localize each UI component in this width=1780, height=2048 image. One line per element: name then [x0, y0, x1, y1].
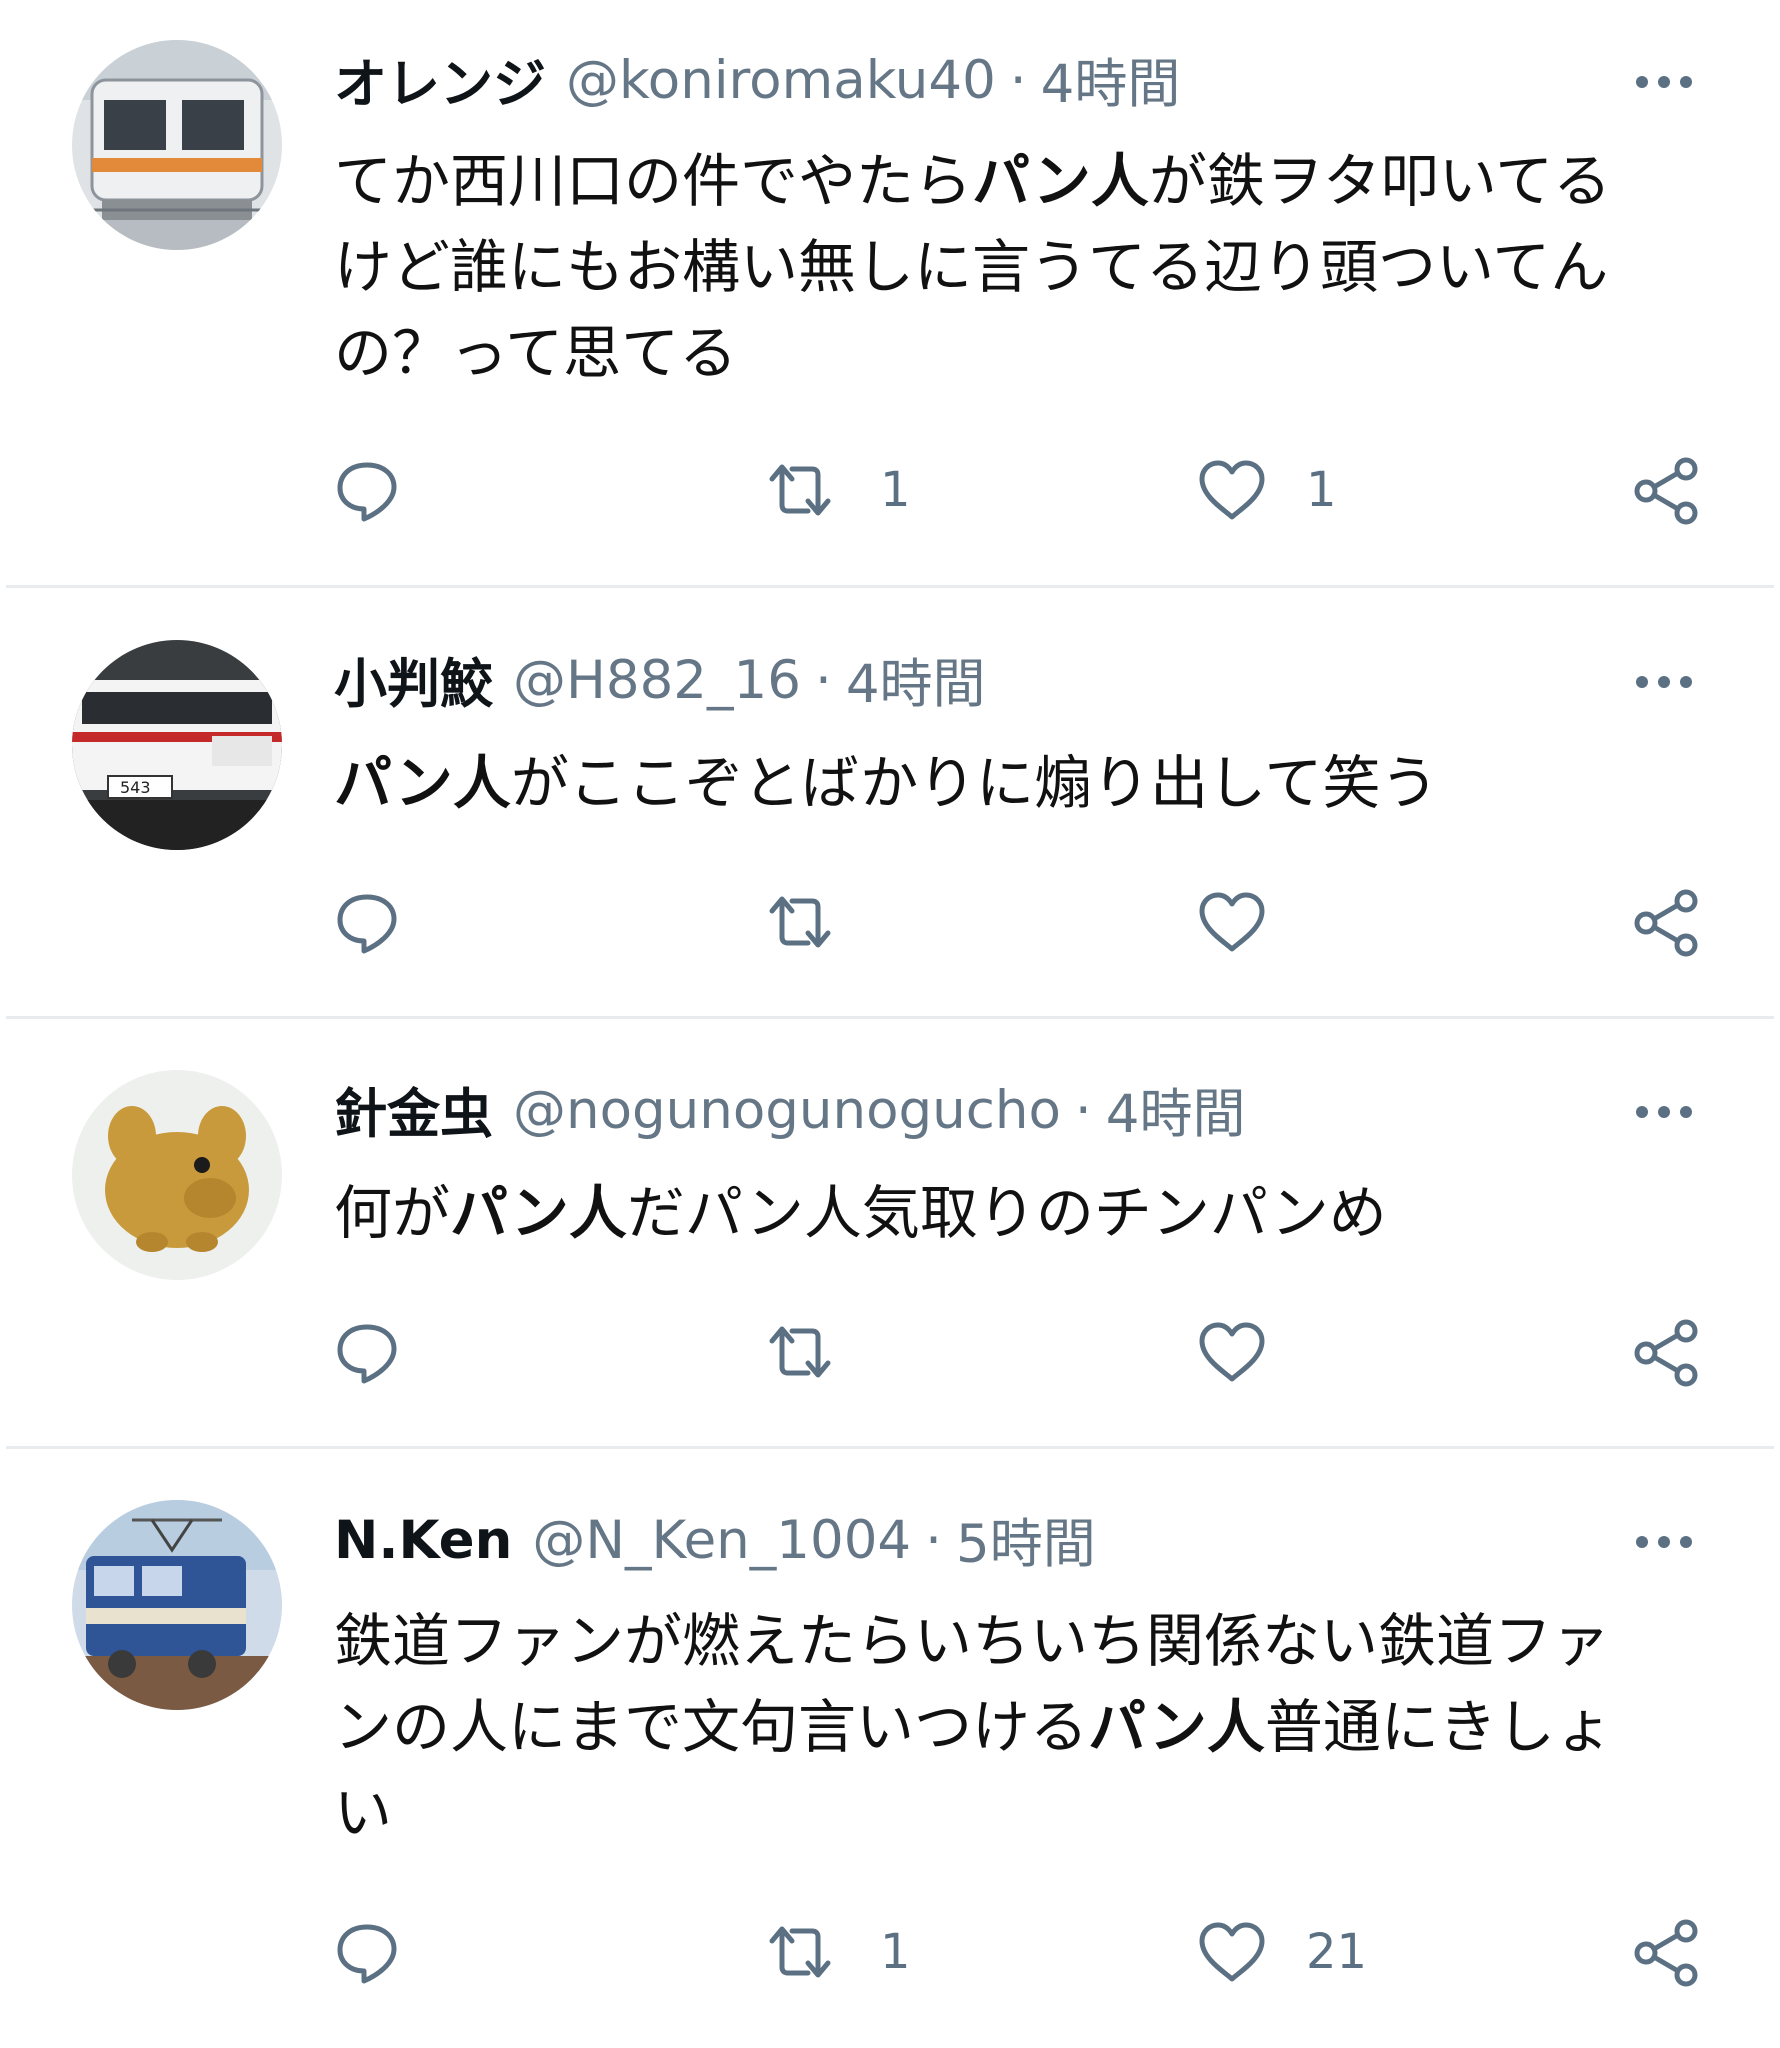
like-count: 1: [1306, 462, 1337, 518]
avatar[interactable]: [72, 40, 282, 250]
share-button[interactable]: [1630, 450, 1702, 530]
display-name[interactable]: オレンジ: [334, 42, 546, 118]
user-handle[interactable]: @koniromaku40: [566, 50, 996, 111]
avatar[interactable]: [72, 1070, 282, 1280]
text-segment: だパン人気取りのチンパンめ: [626, 1179, 1387, 1247]
tweet[interactable]: 針金虫 @nogunogunogucho · 4時間 何がパン人だパン人気取りの…: [0, 1030, 1780, 1450]
bus-avatar-image: 543: [72, 640, 282, 850]
tweet-header: N.Ken @N_Ken_1004 · 5時間: [334, 1500, 1096, 1580]
share-nodes-icon: [1634, 1919, 1698, 1987]
retweet-count: 1: [880, 1924, 911, 1980]
action-bar: [0, 882, 1780, 962]
separator-dot: ·: [1074, 1079, 1092, 1141]
action-bar: 1 1: [0, 450, 1780, 530]
text-segment-bold: パン人: [450, 1179, 627, 1247]
tweet-text: 何がパン人だパン人気取りのチンパンめ: [334, 1170, 1664, 1256]
retweet-arrows-icon: [769, 1926, 831, 1978]
separator-dot: ·: [1009, 49, 1027, 111]
user-handle[interactable]: @N_Ken_1004: [532, 1510, 911, 1571]
retweet-arrows-icon: [769, 896, 831, 948]
tweet-divider: [6, 1446, 1774, 1449]
more-dots-icon[interactable]: [1632, 72, 1696, 92]
tweet-text: てか西川口の件でやたらパン人が鉄ヲタ叩いてるけど誰にもお構い無しに言うてる辺り頭…: [334, 138, 1664, 396]
heart-outline-icon: [1199, 1322, 1265, 1382]
locomotive-avatar-image: [72, 1500, 282, 1710]
retweet-button[interactable]: [758, 1312, 880, 1392]
avatar[interactable]: 543: [72, 640, 282, 850]
action-bar: [0, 1312, 1780, 1392]
more-dots-icon[interactable]: [1632, 672, 1696, 692]
tweet-header: 小判鮫 @H882_16 · 4時間: [334, 640, 986, 720]
action-bar: 1 21: [0, 1912, 1780, 1992]
like-button[interactable]: 1: [1196, 450, 1337, 530]
display-name[interactable]: 針金虫: [334, 1072, 493, 1148]
share-nodes-icon: [1634, 457, 1698, 525]
like-button[interactable]: [1196, 882, 1306, 962]
more-dots-icon[interactable]: [1632, 1102, 1696, 1122]
reply-button[interactable]: [332, 1912, 402, 1992]
reply-button[interactable]: [332, 1312, 402, 1392]
display-name[interactable]: 小判鮫: [334, 642, 493, 718]
retweet-arrows-icon: [769, 464, 831, 516]
text-segment: がここぞとばかりに煽り出して笑う: [510, 749, 1439, 817]
share-button[interactable]: [1630, 1312, 1702, 1392]
user-handle[interactable]: @nogunogunogucho: [513, 1080, 1061, 1141]
share-button[interactable]: [1630, 882, 1702, 962]
like-button[interactable]: 21: [1196, 1912, 1367, 1992]
text-segment: てか西川口の件でやたら: [334, 147, 973, 215]
reply-button[interactable]: [332, 450, 402, 530]
tweet-text: パン人がここぞとばかりに煽り出して笑う: [334, 740, 1664, 826]
user-handle[interactable]: @H882_16: [513, 650, 801, 711]
more-dots-icon[interactable]: [1632, 1532, 1696, 1552]
retweet-button[interactable]: [758, 882, 880, 962]
tweet[interactable]: オレンジ @koniromaku40 · 4時間 てか西川口の件でやたらパン人が…: [0, 0, 1780, 588]
heart-outline-icon: [1199, 460, 1265, 520]
reply-bubble-icon: [337, 462, 397, 522]
tweet-header: 針金虫 @nogunogunogucho · 4時間: [334, 1070, 1246, 1150]
like-button[interactable]: [1196, 1312, 1306, 1392]
separator-dot: ·: [925, 1509, 943, 1571]
retweet-count: 1: [880, 462, 911, 518]
text-segment: 何が: [334, 1179, 451, 1247]
text-segment-bold: パン人: [1088, 1693, 1265, 1761]
timestamp[interactable]: 4時間: [1106, 1072, 1246, 1148]
like-count: 21: [1306, 1924, 1368, 1980]
timestamp[interactable]: 4時間: [1041, 42, 1181, 118]
heart-outline-icon: [1199, 892, 1265, 952]
text-segment-bold: パン人: [972, 147, 1149, 215]
reply-bubble-icon: [337, 894, 397, 954]
timestamp[interactable]: 4時間: [846, 642, 986, 718]
tweet-header: オレンジ @koniromaku40 · 4時間: [334, 40, 1180, 120]
retweet-button[interactable]: 1: [758, 450, 911, 530]
reply-bubble-icon: [337, 1924, 397, 1984]
text-segment-bold: パン人: [334, 749, 511, 817]
gold-pig-avatar-image: [72, 1070, 282, 1280]
tweet-text: 鉄道ファンが燃えたらいちいち関係ない鉄道ファンの人にまで文句言いつけるパン人普通…: [334, 1598, 1664, 1856]
avatar[interactable]: [72, 1500, 282, 1710]
retweet-arrows-icon: [769, 1326, 831, 1378]
share-button[interactable]: [1630, 1912, 1702, 1992]
share-nodes-icon: [1634, 889, 1698, 957]
reply-button[interactable]: [332, 882, 402, 962]
heart-outline-icon: [1199, 1922, 1265, 1982]
reply-bubble-icon: [337, 1324, 397, 1384]
tweet[interactable]: N.Ken @N_Ken_1004 · 5時間 鉄道ファンが燃えたらいちいち関係…: [0, 1460, 1780, 2048]
tweet[interactable]: 543 小判鮫 @H882_16 · 4時間 パン人がここぞとばかりに煽り出して…: [0, 600, 1780, 1020]
tweet-divider: [6, 1016, 1774, 1019]
share-nodes-icon: [1634, 1319, 1698, 1387]
retweet-button[interactable]: 1: [758, 1912, 911, 1992]
tweet-divider: [6, 585, 1774, 588]
separator-dot: ·: [814, 649, 832, 711]
display-name[interactable]: N.Ken: [334, 1510, 512, 1571]
train-avatar-image: [72, 40, 282, 250]
svg-text:543: 543: [120, 778, 151, 797]
timestamp[interactable]: 5時間: [956, 1502, 1096, 1578]
